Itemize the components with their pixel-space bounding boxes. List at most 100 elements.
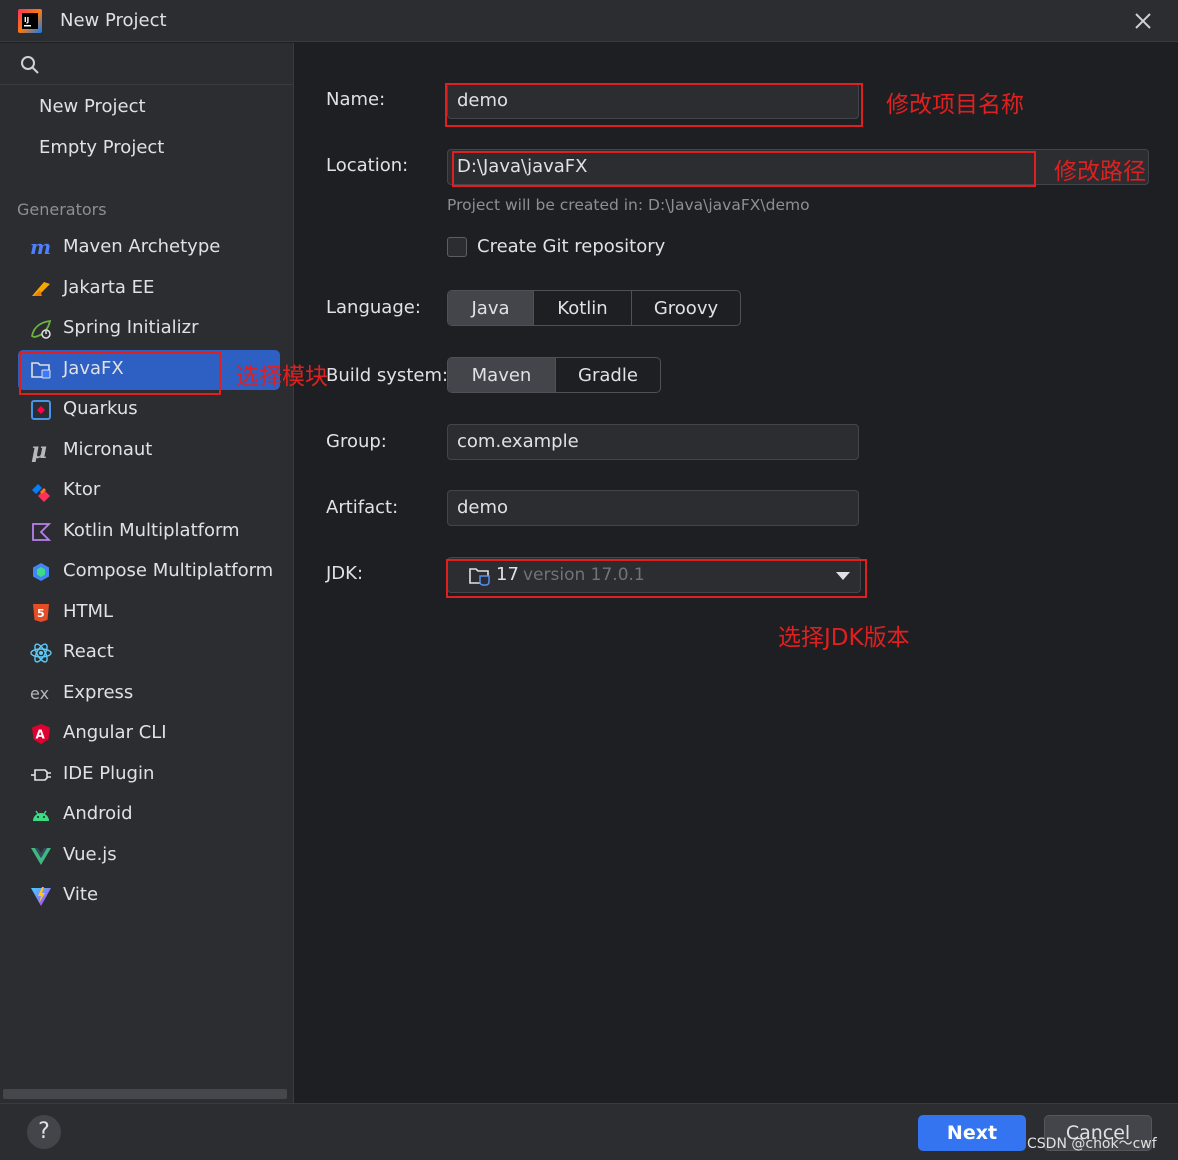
sidebar-item-label: HTML xyxy=(63,601,114,622)
window-title: New Project xyxy=(60,10,167,31)
vue-icon xyxy=(31,848,51,865)
sidebar-horizontal-scrollbar[interactable] xyxy=(3,1089,287,1099)
vite-icon xyxy=(31,887,51,906)
build-option-maven[interactable]: Maven xyxy=(448,358,556,392)
sidebar-item-angular-cli[interactable]: A Angular CLI xyxy=(18,714,280,754)
sidebar-item-compose-multiplatform[interactable]: Compose Multiplatform xyxy=(18,552,280,592)
chevron-down-icon xyxy=(836,572,850,580)
language-label: Language: xyxy=(326,297,421,318)
sidebar-item-ide-plugin[interactable]: IDE Plugin xyxy=(18,755,280,795)
sidebar-item-empty-project[interactable]: Empty Project xyxy=(39,137,164,158)
help-button[interactable]: ? xyxy=(27,1115,61,1149)
location-input[interactable]: D:\Java\javaFX xyxy=(447,149,1149,185)
annotation-text-jdk: 选择JDK版本 xyxy=(778,625,910,651)
angular-icon: A xyxy=(32,724,50,744)
maven-icon: m xyxy=(30,237,51,259)
sidebar-item-vite[interactable]: Vite xyxy=(18,876,280,916)
sidebar-item-label: Jakarta EE xyxy=(63,277,155,298)
sidebar-item-quarkus[interactable]: Quarkus xyxy=(18,390,280,430)
sidebar-item-label: JavaFX xyxy=(63,358,124,379)
express-icon: ex xyxy=(30,684,49,703)
intellij-logo-icon: IJ xyxy=(18,9,42,33)
sidebar-item-jakarta-ee[interactable]: Jakarta EE xyxy=(18,269,280,309)
sidebar-item-label: Express xyxy=(63,682,134,703)
jakarta-icon xyxy=(32,282,50,296)
project-type-sidebar: New Project Empty Project Generators m M… xyxy=(0,43,294,1103)
sidebar-search[interactable] xyxy=(0,43,294,85)
artifact-input[interactable]: demo xyxy=(447,490,859,526)
micronaut-icon: μ xyxy=(31,440,47,462)
sidebar-item-ktor[interactable]: Ktor xyxy=(18,471,280,511)
annotation-text-name: 修改项目名称 xyxy=(886,92,1024,118)
group-input[interactable]: com.example xyxy=(447,424,859,460)
sidebar-item-vue-js[interactable]: Vue.js xyxy=(18,836,280,876)
sidebar-item-label: Maven Archetype xyxy=(63,236,221,257)
jdk-number: 17 xyxy=(496,564,519,585)
sidebar-item-label: React xyxy=(63,641,114,662)
sidebar-item-label: Compose Multiplatform xyxy=(63,560,274,581)
sidebar-item-express[interactable]: ex Express xyxy=(18,674,280,714)
svg-text:5: 5 xyxy=(37,607,45,620)
sidebar-item-label: Spring Initializr xyxy=(63,317,199,338)
annotation-text-module: 选择模块 xyxy=(236,364,328,390)
svg-text:IJ: IJ xyxy=(24,16,29,24)
search-icon[interactable] xyxy=(20,55,40,75)
svg-text:A: A xyxy=(36,728,46,742)
sidebar-item-react[interactable]: React xyxy=(18,633,280,673)
dialog-footer: ? Next Cancel xyxy=(0,1103,1178,1160)
sidebar-item-label: IDE Plugin xyxy=(63,763,155,784)
build-system-label: Build system: xyxy=(326,365,449,386)
annotation-text-location: 修改路径 xyxy=(1054,159,1146,185)
android-icon xyxy=(33,810,49,821)
language-option-kotlin[interactable]: Kotlin xyxy=(534,291,632,325)
build-option-gradle[interactable]: Gradle xyxy=(556,358,660,392)
svg-text:m: m xyxy=(30,237,51,259)
artifact-label: Artifact: xyxy=(326,497,399,518)
jdk-version: version 17.0.1 xyxy=(523,565,645,585)
sidebar-item-label: Android xyxy=(63,803,133,824)
create-git-checkbox[interactable] xyxy=(447,237,467,257)
react-icon xyxy=(30,643,52,663)
sidebar-item-label: Vue.js xyxy=(63,844,117,865)
sidebar-item-html[interactable]: 5 HTML xyxy=(18,593,280,633)
sidebar-item-maven-archetype[interactable]: m Maven Archetype xyxy=(18,228,280,268)
sidebar-item-label: Ktor xyxy=(63,479,101,500)
title-bar: IJ New Project xyxy=(0,0,1178,42)
language-option-java[interactable]: Java xyxy=(448,291,534,325)
build-system-selector: Maven Gradle xyxy=(447,357,661,393)
generators-section-title: Generators xyxy=(17,200,107,219)
javafx-icon xyxy=(31,362,51,379)
plugin-icon xyxy=(31,769,51,781)
next-button[interactable]: Next xyxy=(918,1115,1026,1151)
language-selector: Java Kotlin Groovy xyxy=(447,290,741,326)
kotlin-icon xyxy=(32,523,52,541)
language-option-groovy[interactable]: Groovy xyxy=(632,291,740,325)
sidebar-item-label: Micronaut xyxy=(63,439,153,460)
spring-icon xyxy=(30,319,52,339)
ktor-icon xyxy=(32,484,50,502)
sidebar-item-new-project[interactable]: New Project xyxy=(39,96,146,117)
name-label: Name: xyxy=(326,89,386,110)
svg-text:μ: μ xyxy=(31,440,47,462)
group-label: Group: xyxy=(326,431,387,452)
sidebar-item-android[interactable]: Android xyxy=(18,795,280,835)
sidebar-item-label: Kotlin Multiplatform xyxy=(63,520,240,541)
location-hint: Project will be created in: D:\Java\java… xyxy=(447,196,810,214)
close-icon[interactable] xyxy=(1130,8,1156,34)
sidebar-item-label: Angular CLI xyxy=(63,722,167,743)
svg-text:ex: ex xyxy=(30,684,49,703)
project-settings-form: Name: demo Location: D:\Java\javaFX Proj… xyxy=(295,43,1178,1103)
sidebar-item-kotlin-multiplatform[interactable]: Kotlin Multiplatform xyxy=(18,512,280,552)
sidebar-item-spring-initializr[interactable]: Spring Initializr xyxy=(18,309,280,349)
sidebar-item-label: Vite xyxy=(63,884,99,905)
sidebar-item-label: Quarkus xyxy=(63,398,138,419)
quarkus-icon xyxy=(31,400,51,420)
create-git-label[interactable]: Create Git repository xyxy=(477,236,665,257)
jdk-folder-icon xyxy=(469,568,490,586)
html5-icon: 5 xyxy=(33,604,49,622)
location-label: Location: xyxy=(326,155,409,176)
compose-icon xyxy=(33,563,49,581)
sidebar-item-micronaut[interactable]: μ Micronaut xyxy=(18,431,280,471)
name-input[interactable]: demo xyxy=(447,83,859,119)
jdk-dropdown[interactable]: 17 version 17.0.1 xyxy=(447,557,861,593)
